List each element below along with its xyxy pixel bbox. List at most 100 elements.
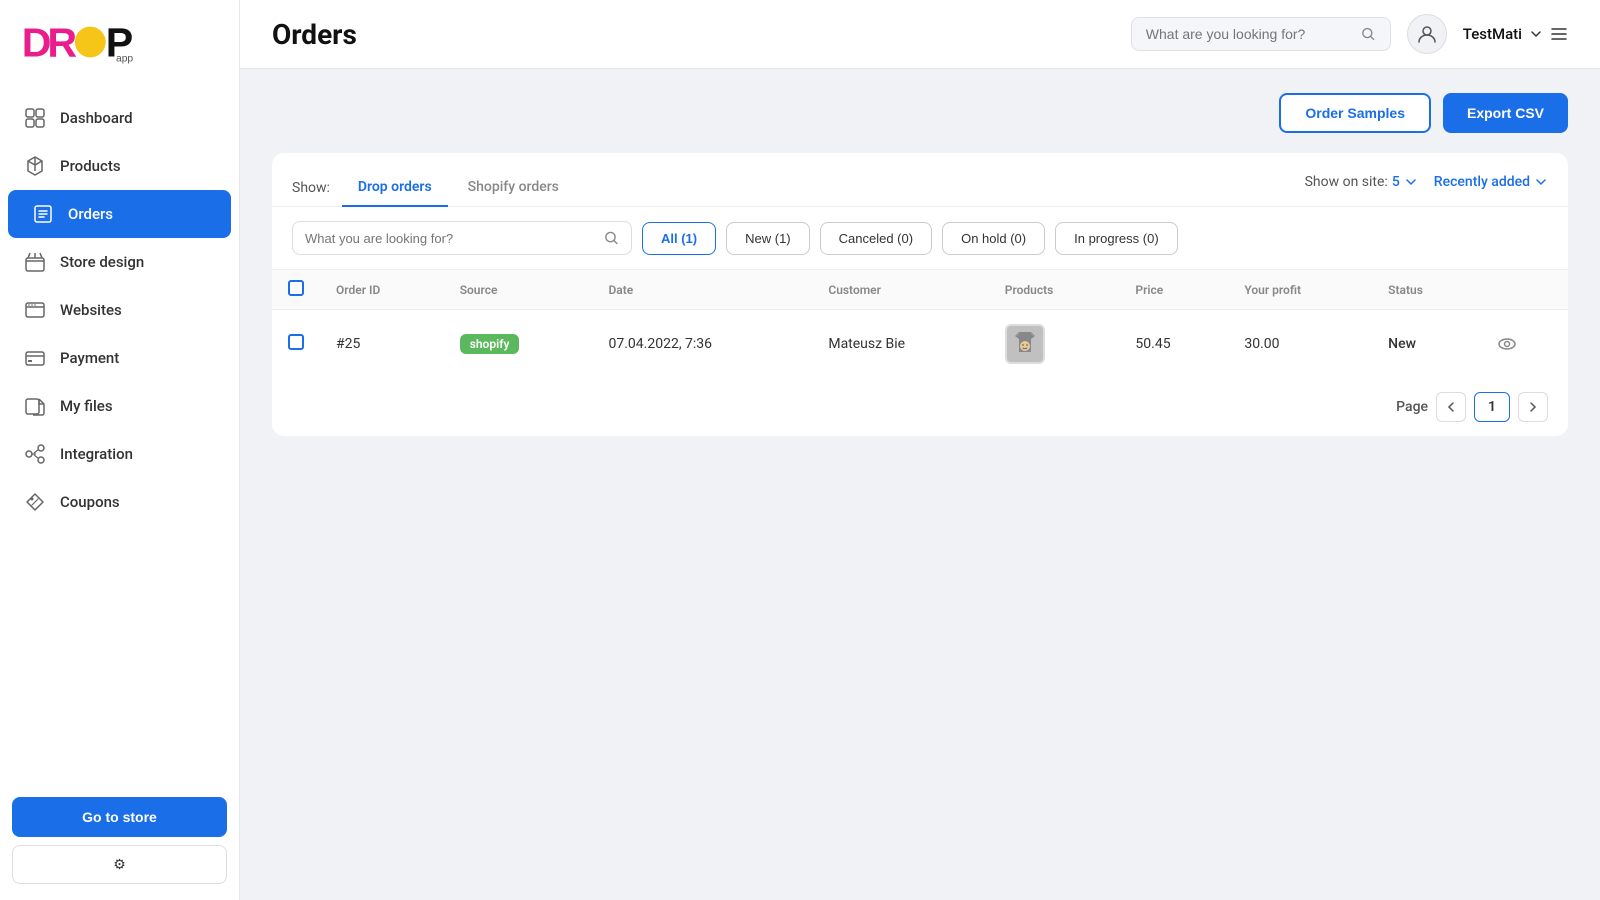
sidebar-item-label: Store design [60, 253, 144, 271]
shopify-badge: shopify [460, 334, 520, 354]
cell-view-action [1480, 310, 1568, 379]
col-status: Status [1372, 270, 1480, 310]
logo-icon: D R P app [20, 18, 140, 66]
current-page: 1 [1474, 392, 1510, 422]
product-thumbnail [1005, 324, 1045, 364]
col-date: Date [592, 270, 812, 310]
sidebar-item-label: Coupons [60, 493, 120, 511]
menu-icon [1550, 25, 1568, 43]
order-search[interactable] [292, 221, 632, 255]
logo-area: D R P app [0, 0, 239, 84]
sidebar-item-label: Websites [60, 301, 122, 319]
col-actions [1480, 270, 1568, 310]
dashboard-icon [24, 107, 46, 129]
filter-row: All (1) New (1) Canceled (0) On hold (0)… [272, 207, 1568, 270]
payment-icon [24, 347, 46, 369]
sidebar-item-integration[interactable]: Integration [0, 430, 239, 478]
bottom-action-button[interactable]: ⚙ [12, 845, 227, 884]
sidebar-item-label: My files [60, 397, 113, 415]
filter-new-button[interactable]: New (1) [726, 222, 810, 255]
sidebar-item-dashboard[interactable]: Dashboard [0, 94, 239, 142]
header-checkbox-cell [272, 270, 320, 310]
action-bar: Order Samples Export CSV [272, 93, 1568, 133]
sidebar-item-label: Orders [68, 205, 113, 223]
tab-shopify-orders[interactable]: Shopify orders [452, 169, 575, 207]
chevron-right-icon [1529, 401, 1537, 413]
cell-profit: 30.00 [1228, 310, 1372, 379]
sidebar-item-products[interactable]: Products [0, 142, 239, 190]
sidebar-item-orders[interactable]: Orders [8, 190, 231, 238]
chevron-down-icon [1530, 28, 1542, 40]
content-area: Order Samples Export CSV Show: Drop orde… [240, 69, 1600, 900]
eye-icon [1496, 333, 1518, 355]
col-profit: Your profit [1228, 270, 1372, 310]
sidebar-item-payment[interactable]: Payment [0, 334, 239, 382]
sidebar-bottom: Go to store ⚙ [0, 781, 239, 900]
main-content: Orders TestMati [240, 0, 1600, 900]
filter-on-hold-button[interactable]: On hold (0) [942, 222, 1045, 255]
col-products: Products [989, 270, 1120, 310]
sort-label: Recently added [1434, 174, 1530, 190]
search-icon [1361, 26, 1375, 42]
show-on-site-control[interactable]: Show on site: 5 [1305, 174, 1418, 190]
filter-in-progress-button[interactable]: In progress (0) [1055, 222, 1178, 255]
pagination: Page 1 [272, 378, 1568, 436]
websites-icon [24, 299, 46, 321]
export-csv-button[interactable]: Export CSV [1443, 93, 1568, 133]
table-row: #25 shopify 07.04.2022, 7:36 Mateusz Bie [272, 310, 1568, 379]
next-page-button[interactable] [1518, 392, 1548, 422]
user-menu[interactable]: TestMati [1463, 25, 1568, 43]
svg-text:app: app [116, 54, 133, 65]
sidebar-item-store-design[interactable]: Store design [0, 238, 239, 286]
chevron-down-icon [1404, 175, 1418, 189]
integration-icon [24, 443, 46, 465]
order-samples-button[interactable]: Order Samples [1279, 93, 1431, 133]
show-on-site-value: 5 [1392, 174, 1400, 190]
sidebar-item-label: Payment [60, 349, 119, 367]
header-right: TestMati [1131, 14, 1568, 54]
col-order-id: Order ID [320, 270, 444, 310]
select-all-checkbox[interactable] [288, 280, 304, 296]
cell-source: shopify [444, 310, 593, 379]
product-tshirt-icon [1007, 326, 1043, 362]
cell-customer: Mateusz Bie [812, 310, 988, 379]
files-icon [24, 395, 46, 417]
cell-products [989, 310, 1120, 379]
sort-control[interactable]: Recently added [1434, 174, 1548, 190]
tab-drop-orders[interactable]: Drop orders [342, 169, 448, 207]
user-icon [1417, 24, 1437, 44]
view-order-icon[interactable] [1496, 333, 1552, 355]
row-checkbox[interactable] [288, 334, 304, 350]
orders-table-body: #25 shopify 07.04.2022, 7:36 Mateusz Bie [272, 310, 1568, 379]
store-design-icon [24, 251, 46, 273]
coupons-icon [24, 491, 46, 513]
global-search-input[interactable] [1146, 26, 1354, 42]
show-label: Show: [292, 180, 330, 196]
prev-page-button[interactable] [1436, 392, 1466, 422]
sidebar-item-label: Dashboard [60, 109, 133, 127]
page-header: Orders TestMati [240, 0, 1600, 69]
order-search-input[interactable] [305, 231, 596, 246]
tabs-right: Show on site: 5 Recently added [1305, 174, 1548, 202]
products-icon [24, 155, 46, 177]
user-avatar-button[interactable] [1407, 14, 1447, 54]
sidebar-item-label: Integration [60, 445, 133, 463]
page-label: Page [1396, 399, 1428, 415]
svg-text:R: R [47, 20, 77, 66]
go-to-store-button[interactable]: Go to store [12, 797, 227, 837]
cell-date: 07.04.2022, 7:36 [592, 310, 812, 379]
orders-card: Show: Drop orders Shopify orders Show on… [272, 153, 1568, 436]
col-source: Source [444, 270, 593, 310]
cell-status: New [1372, 310, 1480, 379]
chevron-down-icon [1534, 175, 1548, 189]
filter-all-button[interactable]: All (1) [642, 222, 716, 255]
sidebar-item-coupons[interactable]: Coupons [0, 478, 239, 526]
orders-icon [32, 203, 54, 225]
cell-price: 50.45 [1119, 310, 1228, 379]
sidebar-nav: Dashboard Products Orders [0, 84, 239, 781]
filter-canceled-button[interactable]: Canceled (0) [820, 222, 932, 255]
sidebar-item-my-files[interactable]: My files [0, 382, 239, 430]
table-header: Order ID Source Date Customer Products [272, 270, 1568, 310]
global-search[interactable] [1131, 17, 1391, 51]
sidebar-item-websites[interactable]: Websites [0, 286, 239, 334]
